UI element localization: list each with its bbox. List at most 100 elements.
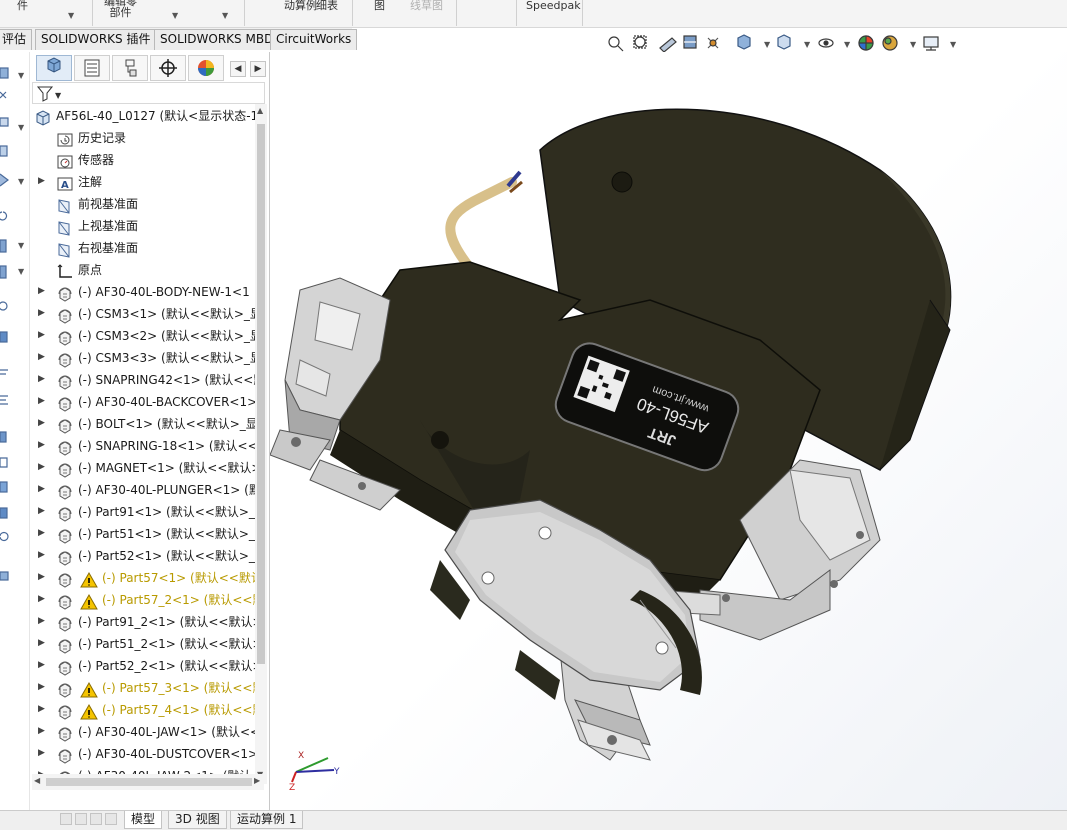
tree-item[interactable]: ▶ (-) AF30-40L-PLUNGER<1> (默: [30, 480, 256, 502]
filter-icon[interactable]: ▼: [35, 84, 65, 104]
graphics-area[interactable]: www.jrt.com AF56L-40 JRT Y Z X: [270, 52, 1067, 810]
expand-arrow-icon[interactable]: ▶: [38, 286, 45, 296]
tab-configuration-manager[interactable]: [112, 55, 148, 81]
prev-tab-button[interactable]: [75, 813, 87, 825]
tree-item[interactable]: ▶ (-) CSM3<3> (默认<<默认>_显: [30, 348, 256, 370]
tab-property-manager[interactable]: [74, 55, 110, 81]
tree-item[interactable]: ▶ (-) SNAPRING-18<1> (默认<<: [30, 436, 256, 458]
expand-arrow-icon[interactable]: ▶: [38, 594, 45, 604]
tree-item[interactable]: ▶ (-) Part52<1> (默认<<默认>_显: [30, 546, 256, 568]
tree-item[interactable]: ▶ (-) Part57_3<1> (默认<<默: [30, 678, 256, 700]
tree-item[interactable]: 历史记录: [30, 128, 256, 150]
last-tab-button[interactable]: [105, 813, 117, 825]
tree-item[interactable]: ▶ (-) BOLT<1> (默认<<默认>_显: [30, 414, 256, 436]
tree-item[interactable]: ▶ (-) Part91<1> (默认<<默认>_显: [30, 502, 256, 524]
edit-component-button[interactable]: 编辑零 部件: [104, 0, 137, 18]
ribbon-item-1[interactable]: 件: [17, 0, 28, 11]
tree-item[interactable]: 上视基准面: [30, 216, 256, 238]
tree-item-label: (-) AF30-40L-BODY-NEW-1<1: [78, 285, 250, 299]
expand-arrow-icon[interactable]: ▶: [38, 352, 45, 362]
tree-item[interactable]: ▶ (-) CSM3<2> (默认<<默认>_显: [30, 326, 256, 348]
tab-3d-view[interactable]: 3D 视图: [168, 811, 227, 829]
tree-item[interactable]: ▶ (-) AF30-40L-JAW<1> (默认<<: [30, 722, 256, 744]
scroll-up-icon[interactable]: ▲: [257, 106, 263, 115]
tab-dimxpert-manager[interactable]: [150, 55, 186, 81]
next-tab-button[interactable]: [90, 813, 102, 825]
tree-item[interactable]: ▶ (-) AF30-40L-DUSTCOVER<1>: [30, 744, 256, 766]
tree-item[interactable]: ▶ (-) Part52_2<1> (默认<<默认>: [30, 656, 256, 678]
expand-arrow-icon[interactable]: ▶: [38, 616, 45, 626]
svg-text:▼: ▼: [55, 91, 62, 100]
tree-item[interactable]: ▶ (-) Part51_2<1> (默认<<默认>: [30, 634, 256, 656]
expand-arrow-icon[interactable]: ▶: [38, 462, 45, 472]
expand-arrow-icon[interactable]: ▶: [38, 572, 45, 582]
expand-arrow-icon[interactable]: ▶: [38, 550, 45, 560]
tree-item[interactable]: ▶ (-) SNAPRING42<1> (默认<<默: [30, 370, 256, 392]
tree-item[interactable]: ▶ (-) Part91_2<1> (默认<<默认>: [30, 612, 256, 634]
scrollbar-thumb[interactable]: [46, 778, 252, 786]
expand-arrow-icon[interactable]: ▶: [38, 418, 45, 428]
expand-arrow-icon[interactable]: ▶: [38, 638, 45, 648]
scroll-left-icon[interactable]: ◀: [34, 776, 40, 785]
tab-feature-manager[interactable]: [36, 55, 72, 81]
tree-item[interactable]: 右视基准面: [30, 238, 256, 260]
tree-item[interactable]: ▶ (-) AF30-40L-BODY-NEW-1<1: [30, 282, 256, 304]
tree-item[interactable]: ▶ (-) Part57<1> (默认<<默认: [30, 568, 256, 590]
tree-item[interactable]: ▶ A 注解: [30, 172, 256, 194]
expand-arrow-icon[interactable]: ▶: [38, 330, 45, 340]
tab-scroll-left-button[interactable]: ◀: [230, 61, 246, 77]
expand-arrow-icon[interactable]: ▶: [38, 660, 45, 670]
tab-motion-study[interactable]: 运动算例 1: [230, 811, 304, 829]
expand-arrow-icon[interactable]: ▶: [38, 176, 45, 186]
gripper-model[interactable]: www.jrt.com AF56L-40 JRT: [270, 52, 1067, 810]
speedpak-button[interactable]: Speedpak: [526, 0, 581, 11]
tree-vertical-scrollbar[interactable]: ▲ ▼: [255, 104, 267, 784]
expand-arrow-icon[interactable]: ▶: [38, 748, 45, 758]
tree-item[interactable]: 前视基准面: [30, 194, 256, 216]
tree-item[interactable]: ▶(-) AF30-40L-JAW-2<1> (默认: [30, 766, 256, 774]
tree-item-label: (-) Part51_2<1> (默认<<默认>: [78, 637, 256, 651]
scrollbar-thumb[interactable]: [257, 124, 265, 664]
3d-sketch-button[interactable]: 线草图: [410, 0, 443, 11]
tree-root[interactable]: AF56L-40_L0127 (默认<显示状态-1: [30, 106, 256, 128]
chevron-down-icon[interactable]: ▼: [68, 11, 74, 20]
ribbon-item-view[interactable]: 图: [374, 0, 385, 11]
expand-arrow-icon[interactable]: ▶: [38, 484, 45, 494]
tab-model[interactable]: 模型: [124, 811, 163, 829]
expand-arrow-icon[interactable]: ▶: [38, 704, 45, 714]
tree-item-label: (-) AF30-40L-BACKCOVER<1>: [78, 395, 256, 409]
tree-item[interactable]: 原点: [30, 260, 256, 282]
expand-arrow-icon[interactable]: ▶: [38, 440, 45, 450]
command-strip-icons[interactable]: ▼ ▼ ▼ ▼ ▼: [0, 52, 30, 812]
expand-arrow-icon[interactable]: ▶: [38, 374, 45, 384]
tab-evaluate[interactable]: 评估: [0, 29, 33, 50]
tree-item[interactable]: 传感器: [30, 150, 256, 172]
tab-solidworks-addins[interactable]: SOLIDWORKS 插件: [35, 29, 157, 50]
tree-item[interactable]: ▶ (-) MAGNET<1> (默认<<默认>: [30, 458, 256, 480]
tree-item[interactable]: ▶ (-) AF30-40L-BACKCOVER<1>: [30, 392, 256, 414]
tree-item-label: (-) CSM3<3> (默认<<默认>_显: [78, 351, 256, 365]
tree-item[interactable]: ▶ (-) Part57_4<1> (默认<<默: [30, 700, 256, 722]
tree-horizontal-scrollbar[interactable]: ◀ ▶: [32, 774, 264, 790]
tree-item[interactable]: ▶ (-) Part51<1> (默认<<默认>_显: [30, 524, 256, 546]
tab-display-manager[interactable]: [188, 55, 224, 81]
tab-solidworks-mbd[interactable]: SOLIDWORKS MBD: [154, 29, 280, 50]
tree-item[interactable]: ▶ (-) CSM3<1> (默认<<默认>_显: [30, 304, 256, 326]
chevron-down-icon[interactable]: ▼: [222, 11, 228, 20]
bill-of-materials-button[interactable]: 细表: [316, 0, 338, 11]
tree-item[interactable]: ▶ (-) Part57_2<1> (默认<<默: [30, 590, 256, 612]
expand-arrow-icon[interactable]: ▶: [38, 682, 45, 692]
tab-scroll-right-button[interactable]: ▶: [250, 61, 266, 77]
tree-filter[interactable]: ▼: [32, 82, 265, 104]
first-tab-button[interactable]: [60, 813, 72, 825]
tab-circuitworks[interactable]: CircuitWorks: [270, 29, 358, 50]
motion-study-button[interactable]: 动算例: [284, 0, 317, 11]
body-detail: [515, 650, 560, 700]
expand-arrow-icon[interactable]: ▶: [38, 528, 45, 538]
expand-arrow-icon[interactable]: ▶: [38, 506, 45, 516]
expand-arrow-icon[interactable]: ▶: [38, 396, 45, 406]
expand-arrow-icon[interactable]: ▶: [38, 308, 45, 318]
scroll-right-icon[interactable]: ▶: [254, 776, 260, 785]
chevron-down-icon[interactable]: ▼: [172, 11, 178, 20]
expand-arrow-icon[interactable]: ▶: [38, 726, 45, 736]
